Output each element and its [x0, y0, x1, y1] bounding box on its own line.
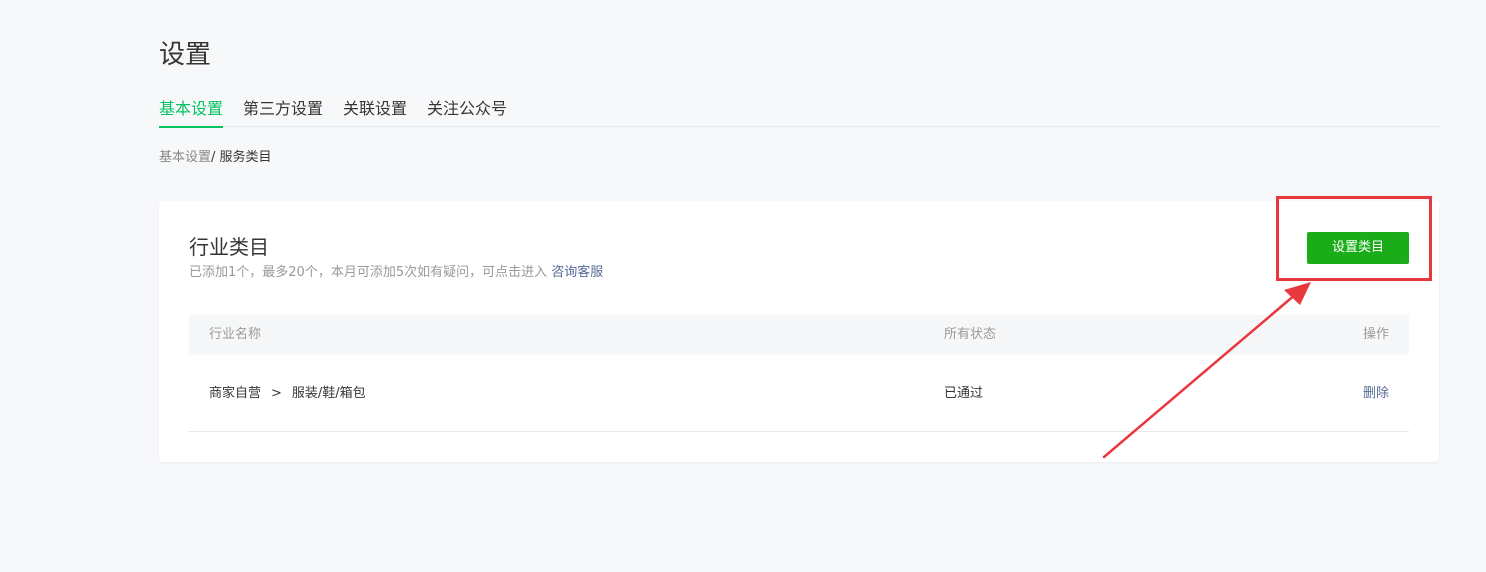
- tab-third-party-settings[interactable]: 第三方设置: [243, 96, 323, 127]
- settings-page: 设置 基本设置 第三方设置 关联设置 关注公众号 基本设置/ 服务类目 行业类目…: [0, 0, 1486, 572]
- breadcrumb-separator: /: [211, 150, 216, 165]
- tab-linked-settings[interactable]: 关联设置: [343, 96, 407, 127]
- row-status: 已通过: [944, 386, 984, 401]
- delete-link[interactable]: 删除: [1363, 355, 1389, 432]
- column-header-status: 所有状态: [944, 327, 997, 342]
- industry-category-card: 行业类目 已添加1个，最多20个，本月可添加5次如有疑问，可点击进入 咨询客服 …: [159, 201, 1439, 462]
- set-category-button[interactable]: 设置类目: [1307, 232, 1409, 264]
- card-description: 已添加1个，最多20个，本月可添加5次如有疑问，可点击进入 咨询客服: [189, 264, 603, 282]
- card-title: 行业类目: [189, 235, 269, 259]
- row-category-separator: >: [271, 386, 282, 401]
- row-subcategory: 服装/鞋/箱包: [291, 386, 366, 401]
- breadcrumb-current: 服务类目: [219, 150, 272, 165]
- settings-tabs: 基本设置 第三方设置 关联设置 关注公众号: [159, 96, 1439, 128]
- table-header: 行业名称 所有状态 操作: [189, 315, 1409, 355]
- column-header-industry-name: 行业名称: [209, 327, 262, 342]
- breadcrumb-parent-link[interactable]: 基本设置: [159, 150, 211, 165]
- contact-support-link[interactable]: 咨询客服: [551, 265, 603, 280]
- page-title: 设置: [159, 40, 212, 70]
- breadcrumb: 基本设置/ 服务类目: [159, 149, 272, 167]
- row-category-path: 商家自营 > 服装/鞋/箱包: [209, 355, 366, 432]
- card-description-text: 已添加1个，最多20个，本月可添加5次如有疑问，可点击进入: [189, 265, 548, 280]
- tab-follow-official-account[interactable]: 关注公众号: [427, 96, 507, 127]
- column-header-actions: 操作: [1362, 327, 1389, 342]
- row-category: 商家自营: [209, 386, 262, 401]
- table-row: 商家自营 > 服装/鞋/箱包 已通过 删除: [189, 355, 1409, 432]
- category-table: 行业名称 所有状态 操作 商家自营 > 服装/鞋/箱包 已通过 删除: [189, 315, 1409, 432]
- tab-basic-settings[interactable]: 基本设置: [159, 96, 224, 128]
